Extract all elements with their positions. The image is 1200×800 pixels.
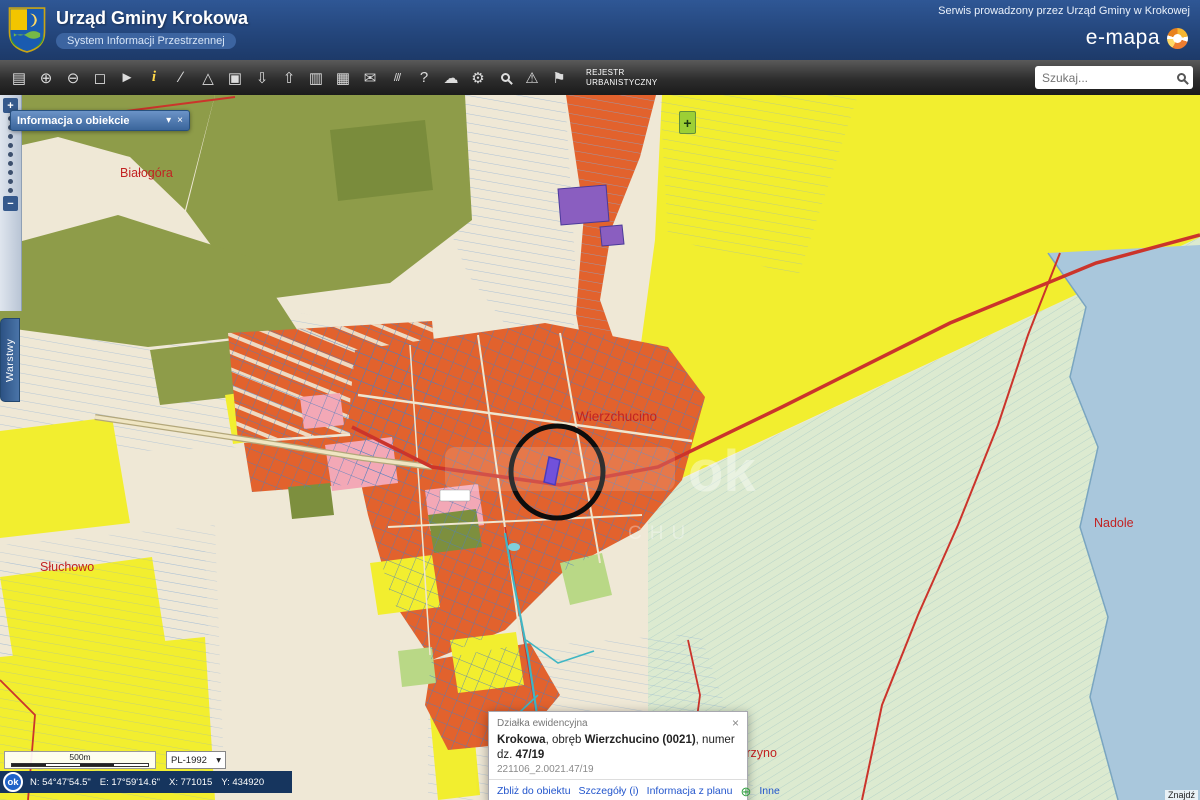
cloud-icon[interactable]: ☁: [439, 65, 463, 90]
zoom-out-icon[interactable]: ⊖: [61, 65, 85, 90]
service-note: Serwis prowadzony przez Urząd Gminy w Kr…: [938, 5, 1190, 17]
map-label-nadole: Nadole: [1094, 516, 1134, 530]
app-title: Urząd Gminy Krokowa: [56, 8, 248, 29]
measure-length-icon[interactable]: ∕: [169, 65, 193, 90]
other-link[interactable]: Inne: [759, 785, 779, 797]
popup-header-label: Działka ewidencyjna: [497, 718, 732, 729]
layers-panel-tab[interactable]: Warstwy: [0, 318, 20, 402]
emapa-logo-icon: [1167, 28, 1188, 49]
plan-info-link[interactable]: Informacja z planu: [647, 785, 733, 797]
zoom-level-dot[interactable]: [8, 134, 13, 139]
print-icon[interactable]: ▣: [223, 65, 247, 90]
upload-icon[interactable]: ⇧: [277, 65, 301, 90]
search-icon[interactable]: [1177, 73, 1186, 82]
coord-x: X: 771015: [169, 777, 212, 788]
app-window: Urząd Gminy Krokowa System Informacji Pr…: [0, 0, 1200, 800]
main-toolbar: ▤ ⊕ ⊖ ◻ ► i ∕ △ ▣ ⇩ ⇧ ▥ ▦ ✉ /// ? ☁ ⚙ ⚠ …: [0, 60, 1200, 95]
svg-text:CHU: CHU: [628, 523, 693, 544]
popup-commune: Krokowa: [497, 734, 546, 746]
popup-title: Krokowa, obręb Wierzchucino (0021), nume…: [489, 731, 747, 763]
coat-of-arms: [8, 7, 46, 53]
popup-parcel-number: 47/19: [516, 749, 545, 761]
zoom-level-dot[interactable]: [8, 170, 13, 175]
rejestr-line1: REJESTR: [586, 68, 657, 78]
flag-icon[interactable]: ⚑: [547, 65, 571, 90]
close-icon[interactable]: ×: [177, 115, 183, 126]
popup-precinct: Wierzchucino (0021): [585, 734, 696, 746]
emapa-brand[interactable]: e-mapa: [1086, 26, 1188, 50]
scale-label: 500m: [69, 753, 90, 762]
zoom-to-object-link[interactable]: Zbliż do obiektu: [497, 785, 571, 797]
search-box[interactable]: [1035, 66, 1193, 89]
zoom-in-icon[interactable]: ⊕: [34, 65, 58, 90]
zoom-level-dot[interactable]: [8, 143, 13, 148]
map-label-sluchowo: Słuchowo: [40, 560, 94, 574]
magnifier-icon: [501, 73, 510, 82]
zoom-out-button[interactable]: −: [3, 196, 18, 211]
chevron-down-icon: ▾: [216, 755, 221, 766]
map-canvas[interactable]: ok CHU Białogóra Wierzchucino Słuchowo N…: [0, 95, 1200, 800]
zoom-level-dot[interactable]: [8, 152, 13, 157]
coord-e: E: 17°59'14.6": [100, 777, 160, 788]
object-info-icon[interactable]: i: [142, 65, 166, 90]
ok-button[interactable]: ok: [3, 772, 23, 792]
zoom-level-dot[interactable]: [8, 179, 13, 184]
crs-select[interactable]: PL-1992 ▾: [166, 751, 226, 769]
crs-value: PL-1992: [171, 755, 207, 766]
object-info-panel-header[interactable]: Informacja o obiekcie ▾ ×: [10, 110, 190, 131]
app-subtitle: System Informacji Przestrzennej: [56, 33, 236, 49]
popup-close-icon[interactable]: ×: [732, 716, 739, 730]
coord-y: Y: 434920: [221, 777, 264, 788]
chevron-down-icon[interactable]: ▾: [166, 115, 171, 126]
windows-icon[interactable]: ▥: [304, 65, 328, 90]
map-add-button[interactable]: +: [679, 111, 696, 134]
popup-title-sep1: , obręb: [546, 734, 585, 746]
zoom-extent-icon[interactable]: ◻: [88, 65, 112, 90]
zoom-level-dot[interactable]: [8, 161, 13, 166]
plus-circle-icon[interactable]: ⊕: [740, 785, 751, 798]
rejestr-line2: URBANISTYCZNY: [586, 78, 657, 88]
download-icon[interactable]: ⇩: [250, 65, 274, 90]
coordinates-bar: N: 54°47'54.5" E: 17°59'14.6" X: 771015 …: [0, 771, 292, 793]
table-icon[interactable]: ▦: [331, 65, 355, 90]
rejestr-urbanistyczny-button[interactable]: REJESTR URBANISTYCZNY: [586, 68, 657, 88]
help-icon[interactable]: ?: [412, 65, 436, 90]
popup-parcel-id: 221106_2.0021.47/19: [489, 763, 747, 779]
hatch-icon[interactable]: ///: [385, 65, 409, 90]
map-viewport[interactable]: ok CHU Białogóra Wierzchucino Słuchowo N…: [0, 95, 1200, 800]
search-input[interactable]: [1042, 71, 1171, 85]
measure-area-icon[interactable]: △: [196, 65, 220, 90]
search-map-icon[interactable]: [493, 65, 517, 90]
details-link[interactable]: Szczegóły (i): [579, 785, 639, 797]
map-label-bialogora: Białogóra: [120, 166, 173, 180]
zoom-level-dot[interactable]: [8, 188, 13, 193]
layers-tab-label: Warstwy: [4, 338, 16, 381]
warning-icon[interactable]: ⚠: [520, 65, 544, 90]
bottom-right-label: Znajdź: [1165, 790, 1198, 800]
parcel-info-popup: Działka ewidencyjna × Krokowa, obręb Wie…: [488, 711, 748, 800]
street-sign: [440, 490, 470, 501]
scale-bar-segments: [11, 763, 149, 767]
gear-icon[interactable]: ⚙: [466, 65, 490, 90]
comment-icon[interactable]: ✉: [358, 65, 382, 90]
map-label-wierzchucino: Wierzchucino: [576, 409, 657, 424]
coord-n: N: 54°47'54.5": [30, 777, 91, 788]
select-arrow-icon[interactable]: ►: [115, 65, 139, 90]
scale-bar: 500m: [4, 751, 156, 769]
header-bar: Urząd Gminy Krokowa System Informacji Pr…: [0, 0, 1200, 60]
layers-icon[interactable]: ▤: [7, 65, 31, 90]
object-info-title: Informacja o obiekcie: [17, 115, 160, 127]
svg-text:ok: ok: [688, 439, 756, 504]
emapa-brand-label: e-mapa: [1086, 26, 1160, 50]
